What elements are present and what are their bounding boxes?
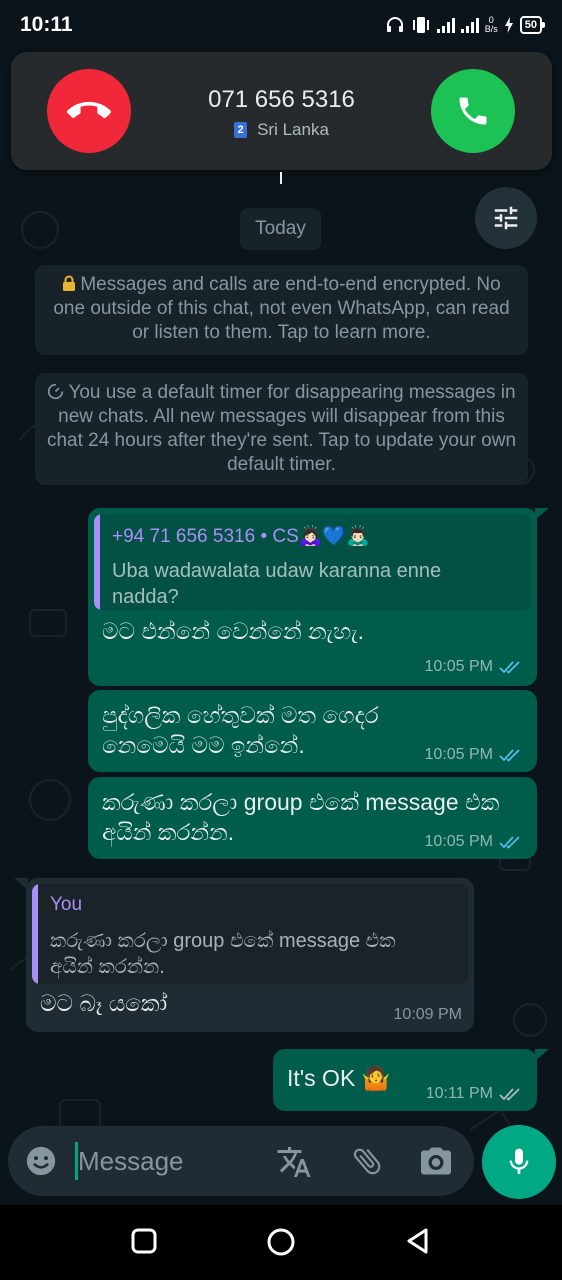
- battery-icon: 50: [519, 16, 546, 34]
- date-chip: Today: [240, 208, 321, 250]
- read-ticks-icon: [499, 749, 520, 762]
- message-time: 10:09 PM: [393, 1006, 462, 1023]
- attach-icon[interactable]: [350, 1144, 384, 1178]
- incoming-call-banner: 071 656 5316 2 Sri Lanka: [11, 52, 552, 170]
- bubble-tail: [535, 508, 549, 520]
- back-icon[interactable]: [404, 1227, 432, 1255]
- message-text: පුද්ගලික හේතුවක් මත ගෙදර නෙමෙයි මම ඉන්නේ…: [102, 702, 379, 758]
- accept-call-button[interactable]: [431, 69, 515, 153]
- lock-icon: [63, 275, 76, 291]
- message-time: 10:05 PM: [424, 833, 493, 850]
- message-bubble-outgoing[interactable]: It's OK 🤷 10:11 PM: [273, 1049, 549, 1111]
- caller-country: Sri Lanka: [257, 120, 329, 139]
- signal-icon: [436, 17, 455, 33]
- signal-icon: [460, 17, 479, 33]
- delivered-ticks-icon: [499, 1088, 520, 1101]
- bubble-tail: [535, 1049, 549, 1061]
- chat-filter-button[interactable]: [475, 187, 537, 249]
- vibrate-icon: [412, 17, 429, 33]
- home-icon[interactable]: [266, 1227, 296, 1257]
- translate-icon[interactable]: [276, 1144, 312, 1180]
- encryption-notice-text: Messages and calls are end-to-end encryp…: [53, 274, 510, 343]
- voice-message-button[interactable]: [482, 1125, 556, 1199]
- message-meta: 10:11 PM: [426, 1085, 523, 1103]
- message-meta: 10:05 PM: [425, 833, 523, 851]
- status-bar: 10:11 0 B/s 50: [0, 0, 562, 50]
- message-time: 10:05 PM: [424, 658, 493, 675]
- quote-text: Uba wadawalata udaw karanna enne nadda?: [112, 560, 442, 608]
- message-time: 10:11 PM: [425, 1085, 493, 1102]
- read-ticks-icon: [499, 836, 520, 849]
- quote-bar: [32, 884, 38, 984]
- read-ticks-icon: [499, 661, 520, 674]
- net-speed: 0 B/s: [485, 16, 498, 34]
- disappearing-timer-notice[interactable]: You use a default timer for disappearing…: [35, 373, 528, 485]
- message-input[interactable]: [78, 1140, 268, 1182]
- message-bubble-incoming[interactable]: You කරුණා කරලා group එකේ message එක අයින…: [14, 878, 474, 1032]
- bubble-tail: [14, 878, 28, 890]
- message-time: 10:05 PM: [424, 746, 493, 763]
- sim-slot-badge: 2: [234, 122, 248, 138]
- charging-icon: [504, 17, 513, 33]
- text-cursor: [280, 172, 282, 184]
- quote-author: +94 71 656 5316 • CS🙇🏻‍♀️💙🙇🏻‍♂️: [112, 526, 370, 547]
- timer-notice-text: You use a default timer for disappearing…: [46, 382, 517, 475]
- quote-text: කරුණා කරලා group එකේ message එක අයින් කර…: [50, 930, 396, 978]
- phone-icon: [459, 97, 487, 125]
- message-text: මට එන්නේ වෙන්නේ නැහැ.: [102, 618, 365, 644]
- status-time: 10:11: [20, 13, 73, 36]
- emoji-icon[interactable]: [24, 1144, 58, 1178]
- timer-icon: [48, 383, 64, 400]
- microphone-icon: [509, 1148, 529, 1174]
- message-meta: 10:05 PM: [425, 746, 523, 764]
- net-speed-unit: B/s: [484, 24, 498, 34]
- quoted-message[interactable]: +94 71 656 5316 • CS🙇🏻‍♀️💙🙇🏻‍♂️ Uba wada…: [94, 514, 531, 610]
- system-nav-bar: [0, 1205, 562, 1280]
- message-bubble-outgoing[interactable]: පුද්ගලික හේතුවක් මත ගෙදර නෙමෙයි මම ඉන්නේ…: [88, 690, 537, 772]
- quoted-message[interactable]: You කරුණා කරලා group එකේ message එක අයින…: [32, 884, 468, 984]
- message-bubble-outgoing[interactable]: +94 71 656 5316 • CS🙇🏻‍♀️💙🙇🏻‍♂️ Uba wada…: [88, 508, 549, 686]
- message-composer: [8, 1126, 474, 1196]
- message-meta: 10:09 PM: [394, 1006, 462, 1024]
- camera-icon[interactable]: [418, 1143, 454, 1179]
- headset-icon: [386, 17, 403, 32]
- quote-author: You: [50, 894, 83, 915]
- message-text: මට බෑ යකෝ: [40, 990, 168, 1016]
- tune-icon: [494, 206, 518, 230]
- quote-bar: [94, 514, 100, 610]
- encryption-notice[interactable]: Messages and calls are end-to-end encryp…: [35, 265, 528, 355]
- message-text: It's OK 🤷: [287, 1065, 391, 1091]
- message-bubble-outgoing[interactable]: කරුණා කරලා group එකේ message එක අයින් කර…: [88, 777, 537, 859]
- recents-icon[interactable]: [130, 1227, 158, 1255]
- message-meta: 10:05 PM: [425, 658, 523, 676]
- status-icons: 0 B/s 50: [385, 15, 546, 35]
